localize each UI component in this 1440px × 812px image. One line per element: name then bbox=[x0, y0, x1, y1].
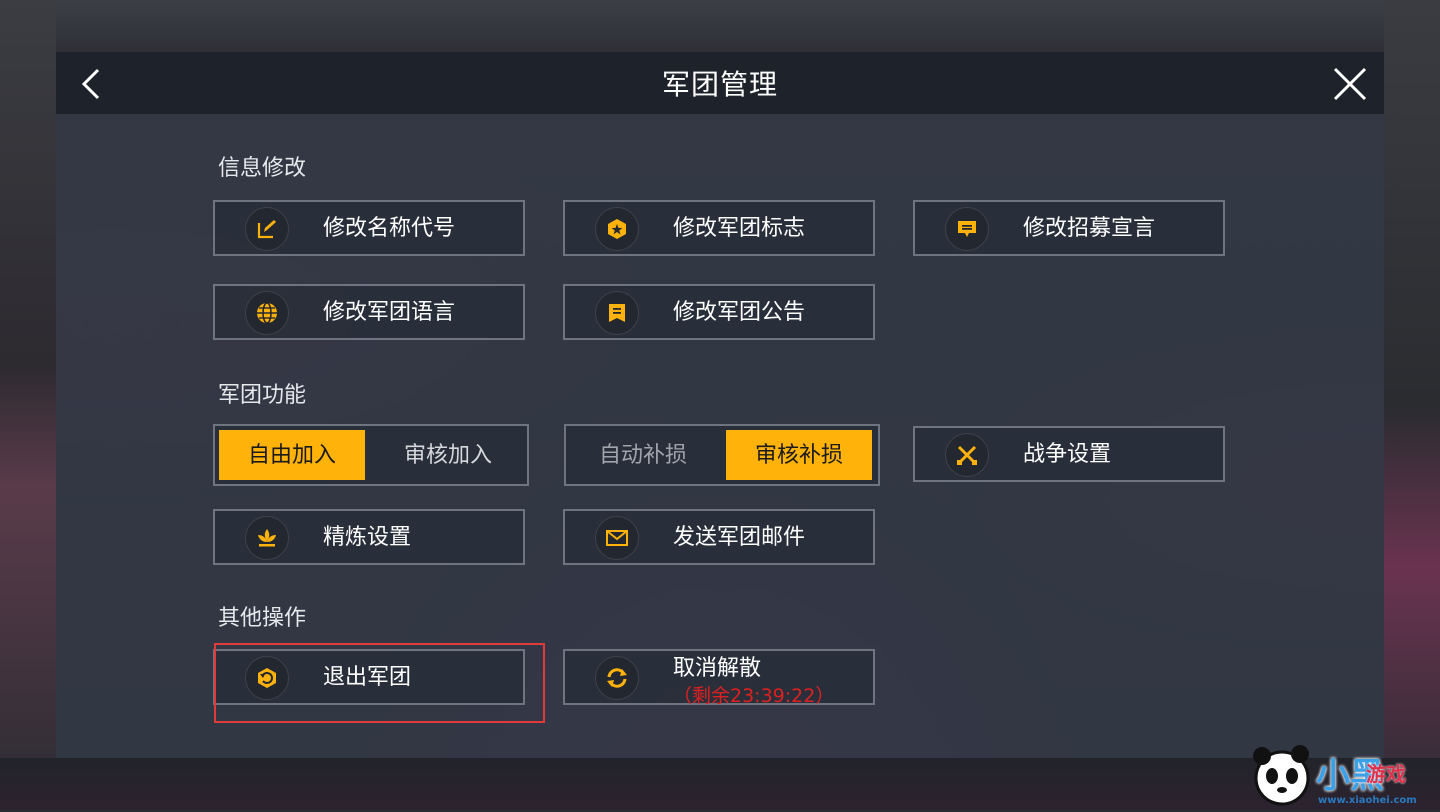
free-join-option[interactable]: 自由加入 bbox=[219, 430, 365, 480]
review-repair-option[interactable]: 审核补损 bbox=[726, 430, 872, 480]
notice-icon bbox=[595, 291, 639, 335]
chevron-left-icon bbox=[81, 68, 100, 100]
join-mode-toggle: 自由加入 审核加入 bbox=[213, 424, 529, 486]
change-notice-label: 修改军团公告 bbox=[673, 300, 806, 325]
send-mail-label: 发送军团邮件 bbox=[673, 525, 806, 550]
refine-settings-button[interactable]: 精炼设置 bbox=[213, 509, 525, 565]
leave-legion-label: 退出军团 bbox=[323, 665, 412, 690]
background-bottom bbox=[0, 758, 1440, 810]
review-join-option[interactable]: 审核加入 bbox=[375, 430, 521, 480]
close-icon bbox=[1333, 67, 1367, 101]
refine-settings-label: 精炼设置 bbox=[323, 525, 412, 550]
war-settings-label: 战争设置 bbox=[1023, 442, 1112, 467]
send-mail-button[interactable]: 发送军团邮件 bbox=[563, 509, 875, 565]
auto-repair-option[interactable]: 自动补损 bbox=[570, 430, 716, 480]
background-left bbox=[0, 0, 56, 810]
edit-icon bbox=[245, 207, 289, 251]
panel-header: 军团管理 bbox=[56, 52, 1384, 114]
background-right bbox=[1384, 0, 1440, 810]
message-icon bbox=[945, 207, 989, 251]
section-title-other: 其他操作 bbox=[218, 606, 307, 631]
change-notice-button[interactable]: 修改军团公告 bbox=[563, 284, 875, 340]
change-language-label: 修改军团语言 bbox=[323, 300, 456, 325]
disband-countdown: （剩余23:39:22） bbox=[673, 685, 835, 707]
back-button[interactable] bbox=[74, 64, 114, 104]
war-settings-button[interactable]: 战争设置 bbox=[913, 426, 1225, 482]
swords-icon bbox=[945, 433, 989, 477]
exit-icon bbox=[245, 656, 289, 700]
legion-management-panel: 军团管理 信息修改 修改名称代号 修改军团标志 修改招募宣言 修改军团语言 修改… bbox=[56, 52, 1384, 758]
mail-icon bbox=[595, 516, 639, 560]
change-emblem-label: 修改军团标志 bbox=[673, 216, 806, 241]
change-recruit-label: 修改招募宣言 bbox=[1023, 216, 1156, 241]
watermark-url: www.xiaohei.com bbox=[1318, 795, 1417, 806]
emblem-icon bbox=[595, 207, 639, 251]
change-language-button[interactable]: 修改军团语言 bbox=[213, 284, 525, 340]
panda-logo-icon bbox=[1253, 745, 1310, 806]
close-button[interactable] bbox=[1330, 64, 1370, 104]
rename-label: 修改名称代号 bbox=[323, 216, 456, 241]
watermark-text-2: 游戏 bbox=[1366, 762, 1406, 786]
globe-icon bbox=[245, 291, 289, 335]
change-recruit-button[interactable]: 修改招募宣言 bbox=[913, 200, 1225, 256]
lotus-icon bbox=[245, 516, 289, 560]
section-title-info: 信息修改 bbox=[218, 156, 307, 181]
background-top bbox=[0, 0, 1440, 52]
leave-legion-button[interactable]: 退出军团 bbox=[213, 649, 525, 705]
cancel-disband-label: 取消解散 bbox=[673, 656, 762, 681]
panel-title: 军团管理 bbox=[661, 68, 778, 101]
change-emblem-button[interactable]: 修改军团标志 bbox=[563, 200, 875, 256]
section-title-functions: 军团功能 bbox=[218, 383, 307, 408]
cancel-disband-button[interactable]: 取消解散 （剩余23:39:22） bbox=[563, 649, 875, 707]
refresh-icon bbox=[595, 656, 639, 700]
rename-button[interactable]: 修改名称代号 bbox=[213, 200, 525, 256]
repair-mode-toggle: 自动补损 审核补损 bbox=[564, 424, 880, 486]
